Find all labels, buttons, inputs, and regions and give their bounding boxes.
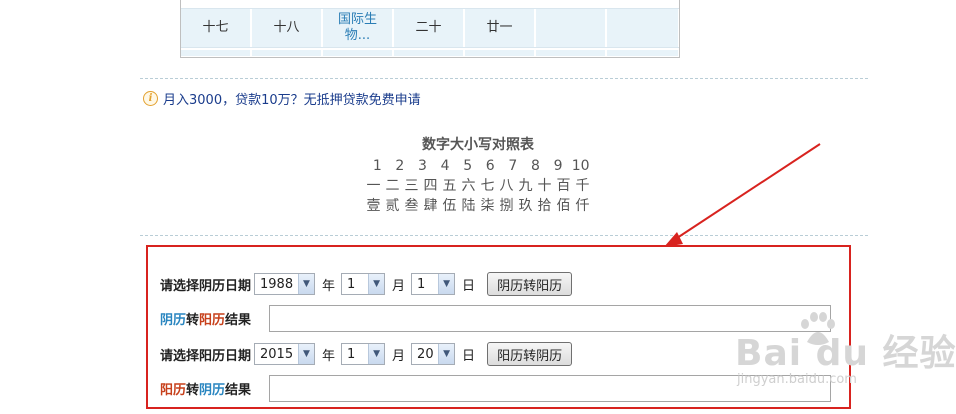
watermark-url: jingyan.baidu.com [737,372,857,387]
chevron-down-icon[interactable]: ▼ [438,274,455,294]
lunar-year-select[interactable]: 1988 ▼ [254,273,316,295]
solar-date-row: 请选择阳历日期 2015 ▼ 年 1 ▼ 月 20 ▼ 日 阳历转阴历 [160,340,573,368]
uppercase-row: 壹 贰 叁 肆 伍 陆 柒 捌 玖 拾 佰 仟 [364,196,592,216]
arabic-numeral: 6 [485,158,495,174]
uppercase-numeral: 柒 [480,198,495,214]
lunar-month-value: 1 [347,276,356,292]
calendar-next-row [181,50,679,56]
lowercase-numeral: 千 [575,178,590,194]
chevron-down-icon[interactable]: ▼ [298,344,315,364]
festival-label: 国际生 物... [337,12,377,43]
lowercase-numeral: 十 [537,178,552,194]
result1-row: 阴历转阳历结果 [160,304,251,332]
result1-label: 阴历转阳历结果 [160,309,251,328]
arabic-numeral: 2 [395,158,405,174]
year-unit: 年 [322,278,336,294]
lowercase-numeral: 五 [442,178,457,194]
chevron-down-icon[interactable]: ▼ [438,344,455,364]
info-icon: i [143,91,158,106]
uppercase-numeral: 拾 [537,198,552,214]
calendar-cell-festival[interactable]: 国际生 物... [323,9,394,47]
solar-to-lunar-button[interactable]: 阳历转阴历 [487,342,573,366]
result1-result-word: 结果 [225,312,252,328]
month-unit: 月 [392,278,406,294]
lunar-to-solar-button[interactable]: 阴历转阳历 [487,272,573,296]
lowercase-numeral: 一 [366,178,381,194]
uppercase-numeral: 佰 [556,198,571,214]
lowercase-numeral: 六 [461,178,476,194]
lunar-month-select[interactable]: 1 ▼ [341,273,386,295]
result2-solar-word: 阳历 [160,382,187,398]
solar-day-value: 20 [417,346,434,362]
lowercase-numeral: 七 [480,178,495,194]
chevron-down-icon[interactable]: ▼ [298,274,315,294]
uppercase-numeral: 叁 [404,198,419,214]
day-unit: 日 [462,348,476,364]
lowercase-numeral: 二 [385,178,400,194]
year-unit: 年 [322,348,336,364]
lowercase-numeral: 四 [423,178,438,194]
uppercase-numeral: 伍 [442,198,457,214]
result2-result-word: 结果 [225,382,252,398]
arabic-numeral: 5 [463,158,473,174]
result2-row: 阳历转阴历结果 [160,374,251,402]
arabic-numeral: 8 [530,158,540,174]
arabic-numeral: 1 [372,158,382,174]
lunar-day-select[interactable]: 1 ▼ [411,273,456,295]
arabic-numeral: 3 [418,158,427,174]
solar-month-value: 1 [347,346,356,362]
lunar-date-row: 请选择阴历日期 1988 ▼ 年 1 ▼ 月 1 ▼ 日 阴历转阳历 [160,270,573,298]
result1-solar-word: 阳历 [199,312,226,328]
chevron-down-icon[interactable]: ▼ [368,274,385,294]
lunar-day-value: 1 [417,276,426,292]
calendar-cell[interactable] [607,9,678,47]
day-unit: 日 [462,278,476,294]
watermark-main: Bai du 经验 [735,333,956,374]
arabic-numeral: 7 [508,158,518,174]
uppercase-numeral: 壹 [366,198,381,214]
uppercase-numeral: 陆 [461,198,476,214]
calendar-row: 十七 十八 国际生 物... 二十 廿一 [181,8,679,48]
solar-month-select[interactable]: 1 ▼ [341,343,386,365]
number-case-table: 数字大小写对照表 1 2 3 4 5 6 7 8 9 10 一 二 三 四 五 … [364,136,592,216]
uppercase-numeral: 捌 [499,198,514,214]
lunar-date-label: 请选择阴历日期 [160,278,252,294]
lowercase-numeral: 三 [404,178,419,194]
lowercase-numeral: 八 [499,178,514,194]
lowercase-numeral: 百 [556,178,571,194]
result2-label: 阳历转阴历结果 [160,379,251,398]
uppercase-numeral: 贰 [385,198,400,214]
lowercase-row: 一 二 三 四 五 六 七 八 九 十 百 千 [364,176,592,196]
divider [140,235,868,236]
solar-date-label: 请选择阳历日期 [160,348,252,364]
arabic-numeral: 10 [571,158,590,174]
calendar-cell[interactable] [536,9,607,47]
divider [140,78,868,79]
ad-link-row[interactable]: i 月入3000，贷款10万？无抵押贷款免费申请 [143,89,421,108]
calendar-cell[interactable]: 十七 [181,9,252,47]
arabic-numeral: 4 [440,158,450,174]
solar-year-select[interactable]: 2015 ▼ [254,343,316,365]
solar-year-value: 2015 [260,346,294,362]
solar-day-select[interactable]: 20 ▼ [411,343,456,365]
calendar-cell[interactable]: 十八 [252,9,323,47]
lunar-year-value: 1988 [260,276,294,292]
result1-lunar-word: 阴历 [160,312,187,328]
chevron-down-icon[interactable]: ▼ [368,344,385,364]
arabic-row: 1 2 3 4 5 6 7 8 9 10 [364,156,592,176]
calendar-cell[interactable]: 二十 [394,9,465,47]
result2-to-word: 转 [186,382,200,398]
ad-link[interactable]: 月入3000，贷款10万？无抵押贷款免费申请 [163,89,421,108]
uppercase-numeral: 仟 [575,198,590,214]
result1-to-word: 转 [186,312,200,328]
uppercase-numeral: 玖 [518,198,533,214]
arabic-numeral: 9 [553,158,563,174]
number-table-title: 数字大小写对照表 [422,137,534,153]
uppercase-numeral: 肆 [423,198,438,214]
calendar-table: 十七 十八 国际生 物... 二十 廿一 [180,0,680,58]
calendar-cell[interactable]: 廿一 [465,9,536,47]
month-unit: 月 [392,348,406,364]
result2-lunar-word: 阴历 [199,382,226,398]
lowercase-numeral: 九 [518,178,533,194]
